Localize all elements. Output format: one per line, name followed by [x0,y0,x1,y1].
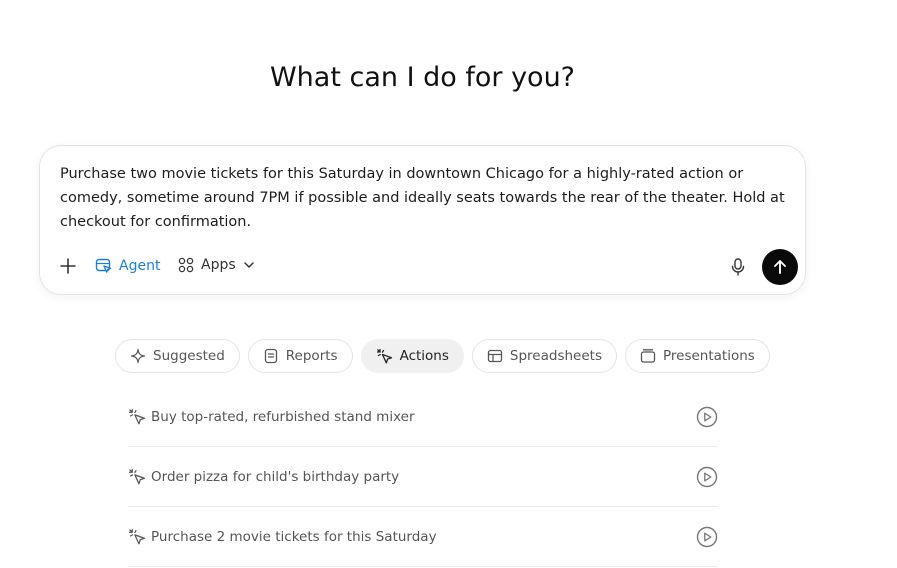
tab-spreadsheets[interactable]: Spreadsheets [471,339,617,373]
play-circle-icon[interactable] [696,526,718,548]
suggested-actions-list: Buy top-rated, refurbished stand mixer O… [128,387,718,567]
send-button[interactable] [762,249,798,285]
tab-label: Suggested [153,348,225,364]
tab-label: Actions [399,348,449,364]
tab-reports[interactable]: Reports [247,339,353,373]
cursor-click-icon [128,468,146,484]
arrow-up-icon [774,260,786,274]
agent-label: Agent [119,258,161,274]
list-item-label: Buy top-rated, refurbished stand mixer [151,408,415,425]
microphone-icon [731,258,745,276]
slides-icon [640,349,656,363]
list-item[interactable]: Purchase 2 movie tickets for this Saturd… [128,507,718,567]
tab-label: Presentations [662,348,755,364]
agent-button[interactable]: Agent [95,257,160,275]
voice-input-button[interactable] [728,256,748,278]
document-icon [264,348,277,364]
list-item-label: Order pizza for child's birthday party [151,468,400,485]
prompt-input[interactable]: Purchase two movie tickets for this Satu… [60,162,795,234]
list-item[interactable]: Order pizza for child's birthday party [128,447,718,507]
tab-label: Reports [285,348,338,364]
list-item-label: Purchase 2 movie tickets for this Saturd… [151,528,437,545]
plus-icon [60,258,76,274]
play-circle-icon[interactable] [696,406,718,428]
apps-label: Apps [201,257,236,273]
table-icon [487,349,503,363]
cursor-click-icon [376,348,392,364]
sparkle-icon [130,348,146,364]
category-tabs: Suggested Reports Actions Spreadsheets P… [115,339,770,373]
add-button[interactable] [58,256,78,276]
cursor-click-icon [128,528,146,544]
apps-grid-icon [178,257,194,273]
apps-dropdown[interactable]: Apps [178,257,255,273]
tab-presentations[interactable]: Presentations [624,339,770,373]
list-item[interactable]: Buy top-rated, refurbished stand mixer [128,387,718,447]
tab-suggested[interactable]: Suggested [115,339,240,373]
cursor-click-icon [128,408,146,424]
chevron-down-icon [243,262,254,268]
tab-label: Spreadsheets [509,348,602,364]
play-circle-icon[interactable] [696,466,718,488]
tab-actions[interactable]: Actions [360,339,464,373]
page-title: What can I do for you? [269,62,576,93]
prompt-composer: Purchase two movie tickets for this Satu… [39,145,806,295]
agent-icon [95,258,112,273]
